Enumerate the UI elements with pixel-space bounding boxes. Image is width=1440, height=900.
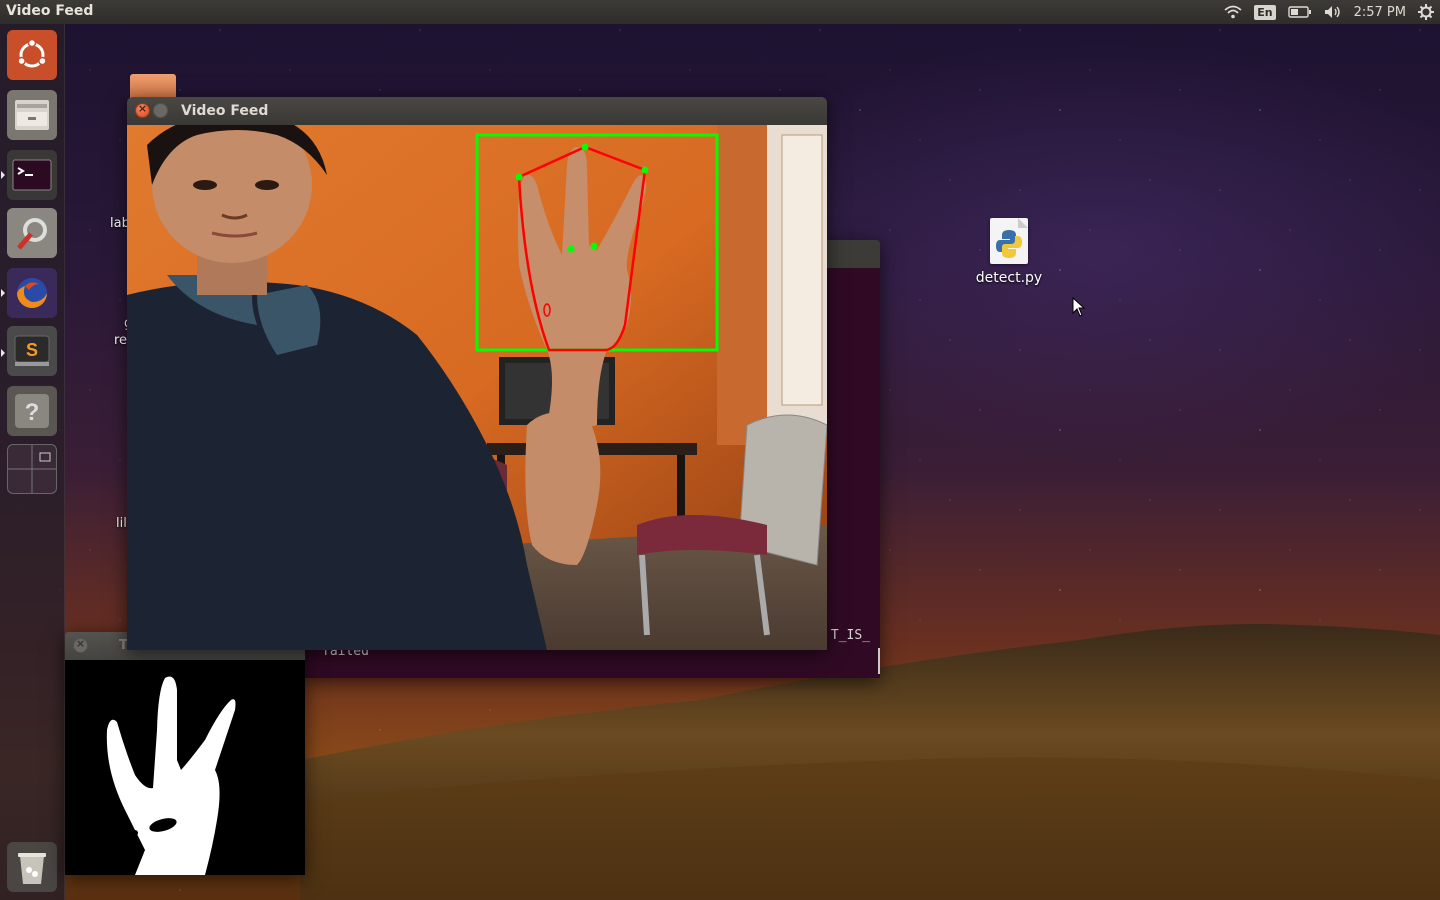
battery-icon[interactable] xyxy=(1287,2,1312,22)
video-feed-window[interactable]: × Video Feed xyxy=(127,97,827,650)
trash-icon xyxy=(18,853,46,884)
file-cabinet-icon xyxy=(15,100,49,130)
desktop-icon-detect-py[interactable]: detect.py xyxy=(964,218,1054,286)
keyboard-layout-label: En xyxy=(1254,4,1276,20)
trash-button[interactable] xyxy=(7,842,57,892)
running-indicator xyxy=(1,349,5,357)
close-button[interactable]: × xyxy=(73,637,88,653)
svg-text:?: ? xyxy=(25,399,40,426)
webcam-frame xyxy=(127,125,827,650)
terminal-scrollbar[interactable] xyxy=(878,648,880,674)
volume-icon[interactable] xyxy=(1324,2,1342,22)
desktop-icon-label: detect.py xyxy=(975,270,1043,286)
python-file-icon xyxy=(990,218,1028,264)
settings-gear-icon[interactable] xyxy=(1418,2,1434,22)
sublime-text-button[interactable]: S xyxy=(7,326,57,376)
firefox-button[interactable] xyxy=(7,268,57,318)
video-feed-titlebar[interactable]: × Video Feed xyxy=(127,97,827,125)
top-panel: Video Feed En 2:57 PM xyxy=(0,0,1440,24)
system-settings-button[interactable] xyxy=(7,208,57,258)
minimize-button[interactable] xyxy=(153,103,168,118)
workspace-switcher-button[interactable] xyxy=(7,444,57,494)
launcher: S ? xyxy=(0,24,65,900)
terminal-icon xyxy=(12,159,52,191)
running-indicator xyxy=(1,171,5,179)
sublime-text-icon: S xyxy=(14,335,50,366)
svg-text:S: S xyxy=(26,340,38,360)
desktop-label-partial[interactable]: re xyxy=(114,333,127,348)
active-app-title: Video Feed xyxy=(6,3,94,19)
workspaces-icon xyxy=(8,445,56,493)
settings-tools-icon xyxy=(17,218,47,250)
threshold-image xyxy=(65,660,305,875)
running-indicator xyxy=(1,289,5,297)
wifi-icon[interactable] xyxy=(1224,2,1242,22)
question-mark-icon: ? xyxy=(15,394,49,428)
terminal-button[interactable] xyxy=(7,150,57,200)
mouse-pointer xyxy=(1072,296,1086,321)
desktop-label-partial[interactable]: lil xyxy=(116,516,127,531)
minimize-button[interactable] xyxy=(91,638,106,653)
firefox-icon xyxy=(17,278,47,308)
ubuntu-dash-button[interactable] xyxy=(7,30,57,80)
keyboard-layout-icon[interactable]: En xyxy=(1254,2,1276,22)
close-button[interactable]: × xyxy=(135,102,150,118)
help-button[interactable]: ? xyxy=(7,386,57,436)
window-title: Video Feed xyxy=(181,103,269,119)
ubuntu-logo-icon xyxy=(17,38,47,68)
files-button[interactable] xyxy=(7,90,57,140)
thresholded-window[interactable]: × Thresholded xyxy=(65,632,305,875)
clock[interactable]: 2:57 PM xyxy=(1354,2,1406,22)
system-tray: En 2:57 PM xyxy=(1224,2,1434,22)
terminal-text-line: T_IS_ xyxy=(830,628,870,643)
